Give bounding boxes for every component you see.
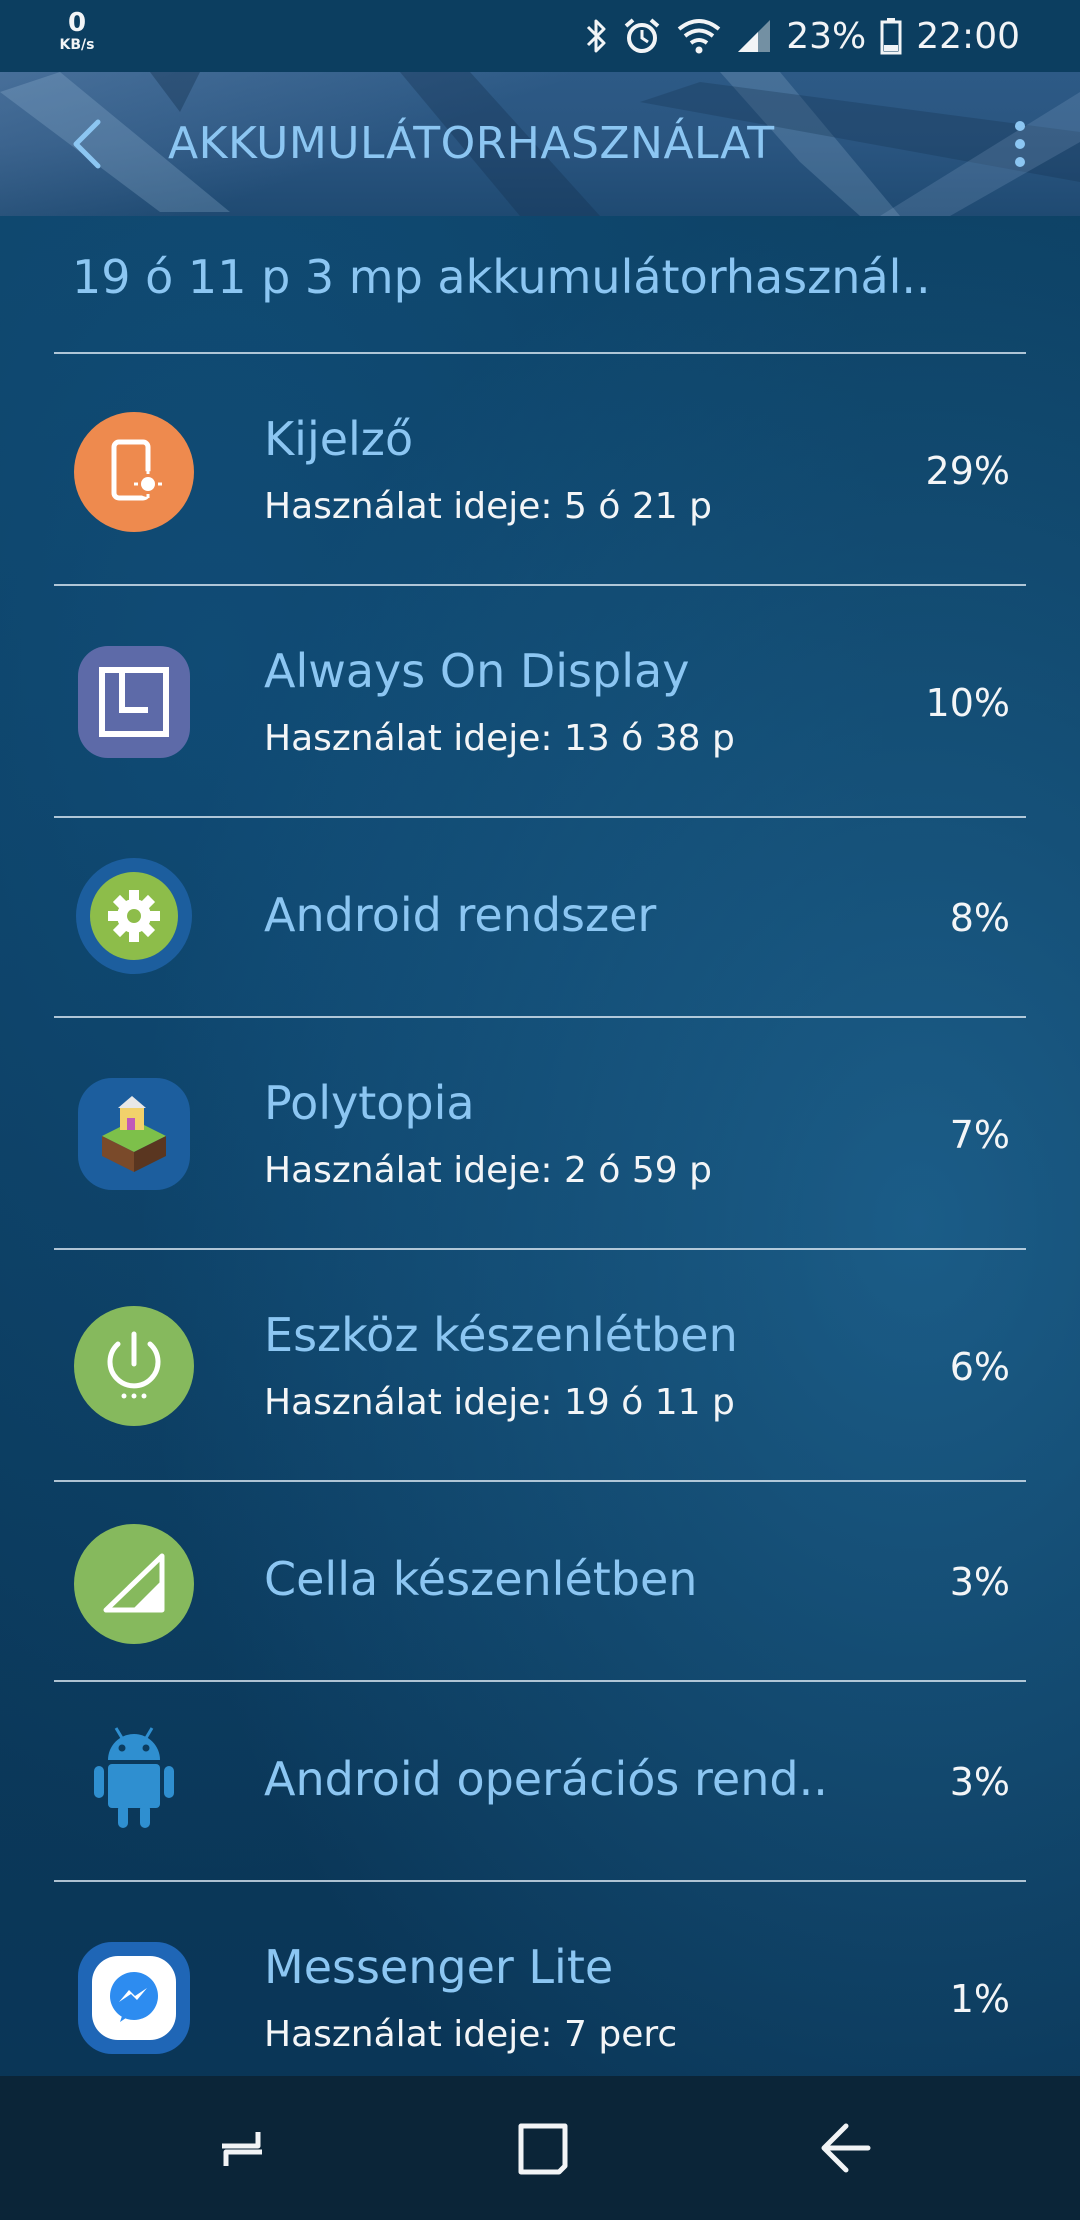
status-icons: 23% 22:00 [584, 14, 1020, 58]
network-speed-unit: KB/s [59, 37, 95, 53]
list-item-kijelzo[interactable]: Kijelző Használat ideje: 5 ó 21 p 29% [54, 354, 1026, 584]
list-item-android-operacios-rendszer[interactable]: Android operációs rend.. 3% [54, 1682, 1026, 1880]
back-arrow-icon [73, 119, 101, 169]
network-speed: 0 KB/s [52, 10, 102, 52]
usage-time: Használat ideje: 2 ó 59 p [264, 1150, 712, 1191]
recents-button[interactable] [202, 2108, 282, 2188]
usage-time: Használat ideje: 7 perc [264, 2014, 678, 2055]
android-robot-icon [72, 1718, 196, 1842]
network-speed-value: 0 [67, 8, 87, 38]
back-icon [821, 2123, 871, 2173]
usage-percent: 3% [949, 1760, 1010, 1804]
recents-icon [222, 2132, 262, 2166]
cell-standby-signal-icon [72, 1522, 196, 1646]
app-name: Cella készenlétben [264, 1552, 698, 1606]
home-icon [518, 2123, 568, 2175]
wifi-icon [676, 17, 722, 55]
app-name: Eszköz készenlétben [264, 1308, 738, 1362]
bluetooth-icon [584, 17, 608, 55]
messenger-lite-icon [72, 1936, 196, 2060]
usage-time: Használat ideje: 5 ó 21 p [264, 486, 712, 527]
app-name: Android operációs rend.. [264, 1752, 828, 1806]
more-options-button[interactable] [1000, 112, 1040, 176]
alarm-icon [622, 16, 662, 56]
usage-percent: 8% [949, 896, 1010, 940]
usage-percent: 1% [949, 1977, 1010, 2021]
device-standby-power-icon [72, 1304, 196, 1428]
list-item-polytopia[interactable]: Polytopia Használat ideje: 2 ó 59 p 7% [54, 1018, 1026, 1248]
battery-usage-screen: 0 KB/s 23% 22:00 AKKUMULÁTORHASZNÁLAT 19… [0, 0, 1080, 2220]
always-on-display-icon [72, 640, 196, 764]
list-item-eszkoz-keszenletben[interactable]: Eszköz készenlétben Használat ideje: 19 … [54, 1250, 1026, 1480]
polytopia-icon [72, 1072, 196, 1196]
app-bar: AKKUMULÁTORHASZNÁLAT [0, 72, 1080, 216]
cell-signal-icon [736, 18, 772, 54]
more-vert-icon [1015, 121, 1025, 167]
list-item-android-rendszer[interactable]: Android rendszer 8% [54, 818, 1026, 1016]
list-item-cella-keszenletben[interactable]: Cella készenlétben 3% [54, 1482, 1026, 1680]
usage-percent: 29% [925, 449, 1010, 493]
total-usage-summary: 19 ó 11 p 3 mp akkumulátorhasznál.. [72, 250, 931, 304]
status-bar: 0 KB/s 23% 22:00 [0, 0, 1080, 72]
usage-time: Használat ideje: 19 ó 11 p [264, 1382, 735, 1423]
page-title: AKKUMULÁTORHASZNÁLAT [168, 118, 775, 169]
usage-percent: 3% [949, 1560, 1010, 1604]
back-button[interactable] [56, 112, 116, 176]
list-item-always-on-display[interactable]: Always On Display Használat ideje: 13 ó … [54, 586, 1026, 816]
home-button[interactable] [503, 2108, 583, 2188]
android-system-gear-icon [72, 854, 196, 978]
app-name: Always On Display [264, 644, 690, 698]
navigation-bar [0, 2076, 1080, 2220]
back-nav-button[interactable] [806, 2108, 886, 2188]
list-item-messenger-lite[interactable]: Messenger Lite Használat ideje: 7 perc 1… [54, 1882, 1026, 2076]
usage-percent: 10% [925, 681, 1010, 725]
clock: 22:00 [916, 15, 1020, 57]
battery-level: 23% [786, 15, 867, 57]
usage-percent: 7% [949, 1113, 1010, 1157]
app-name: Android rendszer [264, 888, 657, 942]
display-icon [72, 410, 196, 534]
usage-percent: 6% [949, 1345, 1010, 1389]
app-name: Messenger Lite [264, 1940, 614, 1994]
app-name: Kijelző [264, 412, 414, 466]
battery-icon [880, 17, 902, 55]
usage-time: Használat ideje: 13 ó 38 p [264, 718, 735, 759]
app-name: Polytopia [264, 1076, 475, 1130]
